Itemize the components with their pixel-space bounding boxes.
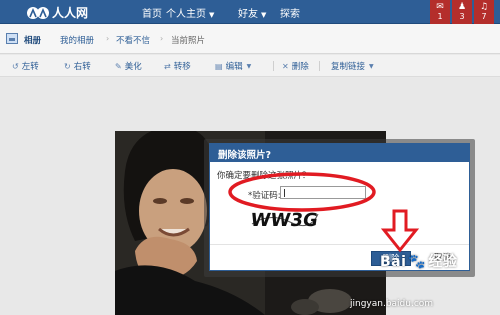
- chevron-down-icon: ▼: [246, 62, 252, 70]
- paw-icon: 🐾: [408, 254, 427, 270]
- copy-link-label: 复制链接: [331, 62, 366, 72]
- nav-profile-label: 个人主页: [166, 9, 206, 20]
- edit-button[interactable]: ▤ 编辑 ▼: [215, 60, 252, 73]
- rotate-right-label: 右转: [73, 62, 91, 72]
- nav-home[interactable]: 首页: [142, 5, 162, 20]
- magic-wand-icon: ✎: [115, 61, 122, 71]
- breadcrumb: 相册 我的相册 › 不看不信 › 当前照片: [0, 24, 500, 54]
- rotate-left-label: 左转: [21, 62, 39, 72]
- captcha-image[interactable]: WW3G: [250, 204, 320, 232]
- breadcrumb-separator: ›: [160, 34, 164, 43]
- delete-button[interactable]: ✕ 删除: [282, 60, 309, 73]
- baidu-watermark: Bai 🐾 经验: [380, 251, 457, 271]
- rotate-right-button[interactable]: ↻ 右转: [64, 60, 91, 73]
- watermark-brand-left: Bai: [380, 254, 407, 270]
- toolbar-divider: [319, 61, 320, 71]
- notification-count: 1: [437, 12, 443, 21]
- toolbar-divider: [273, 61, 274, 71]
- album-icon: [6, 33, 18, 44]
- captcha-input[interactable]: [280, 186, 366, 199]
- edit-icon: ▤: [215, 61, 223, 71]
- breadcrumb-section: 相册: [24, 36, 42, 46]
- photo-toolbar: ↺ 左转 ↻ 右转 ✎ 美化 ⇄ 转移 ▤ 编辑 ▼ ✕ 删除 复制链接 ▼: [0, 55, 500, 77]
- logo-mark-icon: [27, 6, 49, 19]
- beautify-label: 美化: [124, 62, 142, 72]
- bell-icon: ♫: [479, 2, 489, 12]
- top-nav-bar: 人人网 首页 个人主页 ▼ 好友 ▼ 探索 ✉ 1 ♟ 3 ♫ 7: [0, 0, 500, 28]
- copy-link-button[interactable]: 复制链接 ▼: [331, 60, 374, 72]
- notification-count: 7: [481, 12, 487, 21]
- captcha-image-text: WW3G: [250, 210, 319, 231]
- nav-friends[interactable]: 好友 ▼: [238, 5, 266, 20]
- mail-icon: ✉: [436, 2, 444, 12]
- captcha-label: *验证码:: [248, 191, 281, 201]
- beautify-button[interactable]: ✎ 美化: [115, 60, 142, 73]
- delete-label: 删除: [291, 62, 309, 72]
- close-icon: ✕: [282, 61, 289, 71]
- rotate-left-icon: ↺: [12, 61, 19, 71]
- edit-label: 编辑: [225, 62, 243, 72]
- rotate-left-button[interactable]: ↺ 左转: [12, 60, 39, 73]
- dialog-title: 删除该照片?: [210, 144, 469, 162]
- breadcrumb-current: 当前照片: [171, 36, 206, 46]
- nav-profile[interactable]: 个人主页 ▼: [166, 5, 214, 20]
- watermark-url: jingyan.baidu.com: [350, 299, 434, 309]
- dialog-message: 你确定要删除这张照片？: [217, 171, 311, 181]
- move-button[interactable]: ⇄ 转移: [164, 60, 191, 73]
- nav-explore[interactable]: 探索: [280, 5, 300, 20]
- chevron-down-icon: ▼: [369, 62, 374, 70]
- move-label: 转移: [173, 62, 191, 72]
- nav-friends-label: 好友: [238, 9, 258, 20]
- breadcrumb-separator: ›: [106, 34, 110, 43]
- breadcrumb-album[interactable]: 不看不信: [116, 34, 150, 46]
- rotate-right-icon: ↻: [64, 61, 71, 71]
- chevron-down-icon: ▼: [261, 11, 267, 19]
- renren-logo[interactable]: 人人网: [26, 4, 88, 21]
- notification-count: 3: [459, 12, 465, 21]
- chevron-down-icon: ▼: [209, 11, 215, 19]
- logo-text: 人人网: [52, 6, 89, 20]
- move-icon: ⇄: [164, 61, 171, 71]
- person-icon: ♟: [457, 2, 467, 12]
- watermark-brand-right: 经验: [428, 254, 458, 270]
- breadcrumb-my-albums[interactable]: 我的相册: [60, 34, 94, 46]
